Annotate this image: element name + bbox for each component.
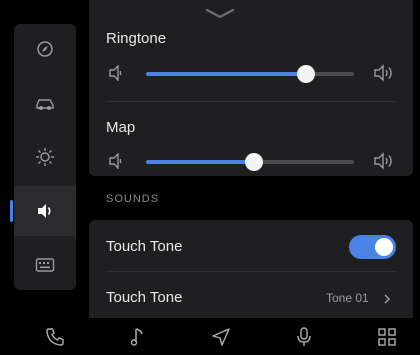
- map-volume-slider[interactable]: [146, 153, 354, 171]
- apps-grid-icon[interactable]: [374, 324, 400, 350]
- section-title-sounds: SOUNDS: [106, 193, 160, 205]
- sidebar-item-sound[interactable]: [14, 186, 76, 236]
- navigation-icon[interactable]: [208, 324, 234, 350]
- keyboard-icon: [35, 257, 55, 273]
- sidebar-item-display[interactable]: [14, 132, 76, 182]
- car-icon: [34, 95, 56, 111]
- divider: [106, 271, 396, 272]
- active-indicator: [10, 200, 13, 222]
- speaker-low-icon[interactable]: [108, 64, 126, 86]
- chevron-right-icon[interactable]: [383, 292, 391, 310]
- sidebar-item-keyboard[interactable]: [14, 240, 76, 290]
- volume-icon: [36, 203, 54, 219]
- map-label: Map: [106, 119, 136, 136]
- phone-icon[interactable]: [42, 324, 68, 350]
- volume-card: [89, 0, 413, 176]
- touch-tone-toggle[interactable]: [349, 235, 396, 259]
- brightness-icon: [35, 147, 55, 167]
- compass-icon: [36, 40, 54, 58]
- ringtone-label: Ringtone: [106, 30, 167, 47]
- sidebar-item-general[interactable]: [14, 24, 76, 74]
- ringtone-slider-fill: [146, 72, 307, 76]
- chevron-down-icon[interactable]: [205, 6, 235, 24]
- speaker-high-icon[interactable]: [373, 152, 395, 175]
- divider: [106, 101, 396, 102]
- speaker-low-icon[interactable]: [108, 152, 126, 174]
- sidebar-item-vehicle[interactable]: [14, 78, 76, 128]
- touch-tone-select-value[interactable]: Tone 01: [326, 291, 369, 305]
- music-icon[interactable]: [124, 324, 150, 350]
- settings-sidebar: [10, 24, 76, 290]
- toggle-knob: [375, 238, 393, 256]
- touch-tone-select-label[interactable]: Touch Tone: [106, 289, 182, 306]
- speaker-high-icon[interactable]: [373, 64, 395, 87]
- ringtone-volume-slider[interactable]: [146, 65, 354, 83]
- map-slider-fill: [146, 160, 255, 164]
- microphone-icon[interactable]: [291, 324, 317, 350]
- touch-tone-toggle-label: Touch Tone: [106, 238, 183, 255]
